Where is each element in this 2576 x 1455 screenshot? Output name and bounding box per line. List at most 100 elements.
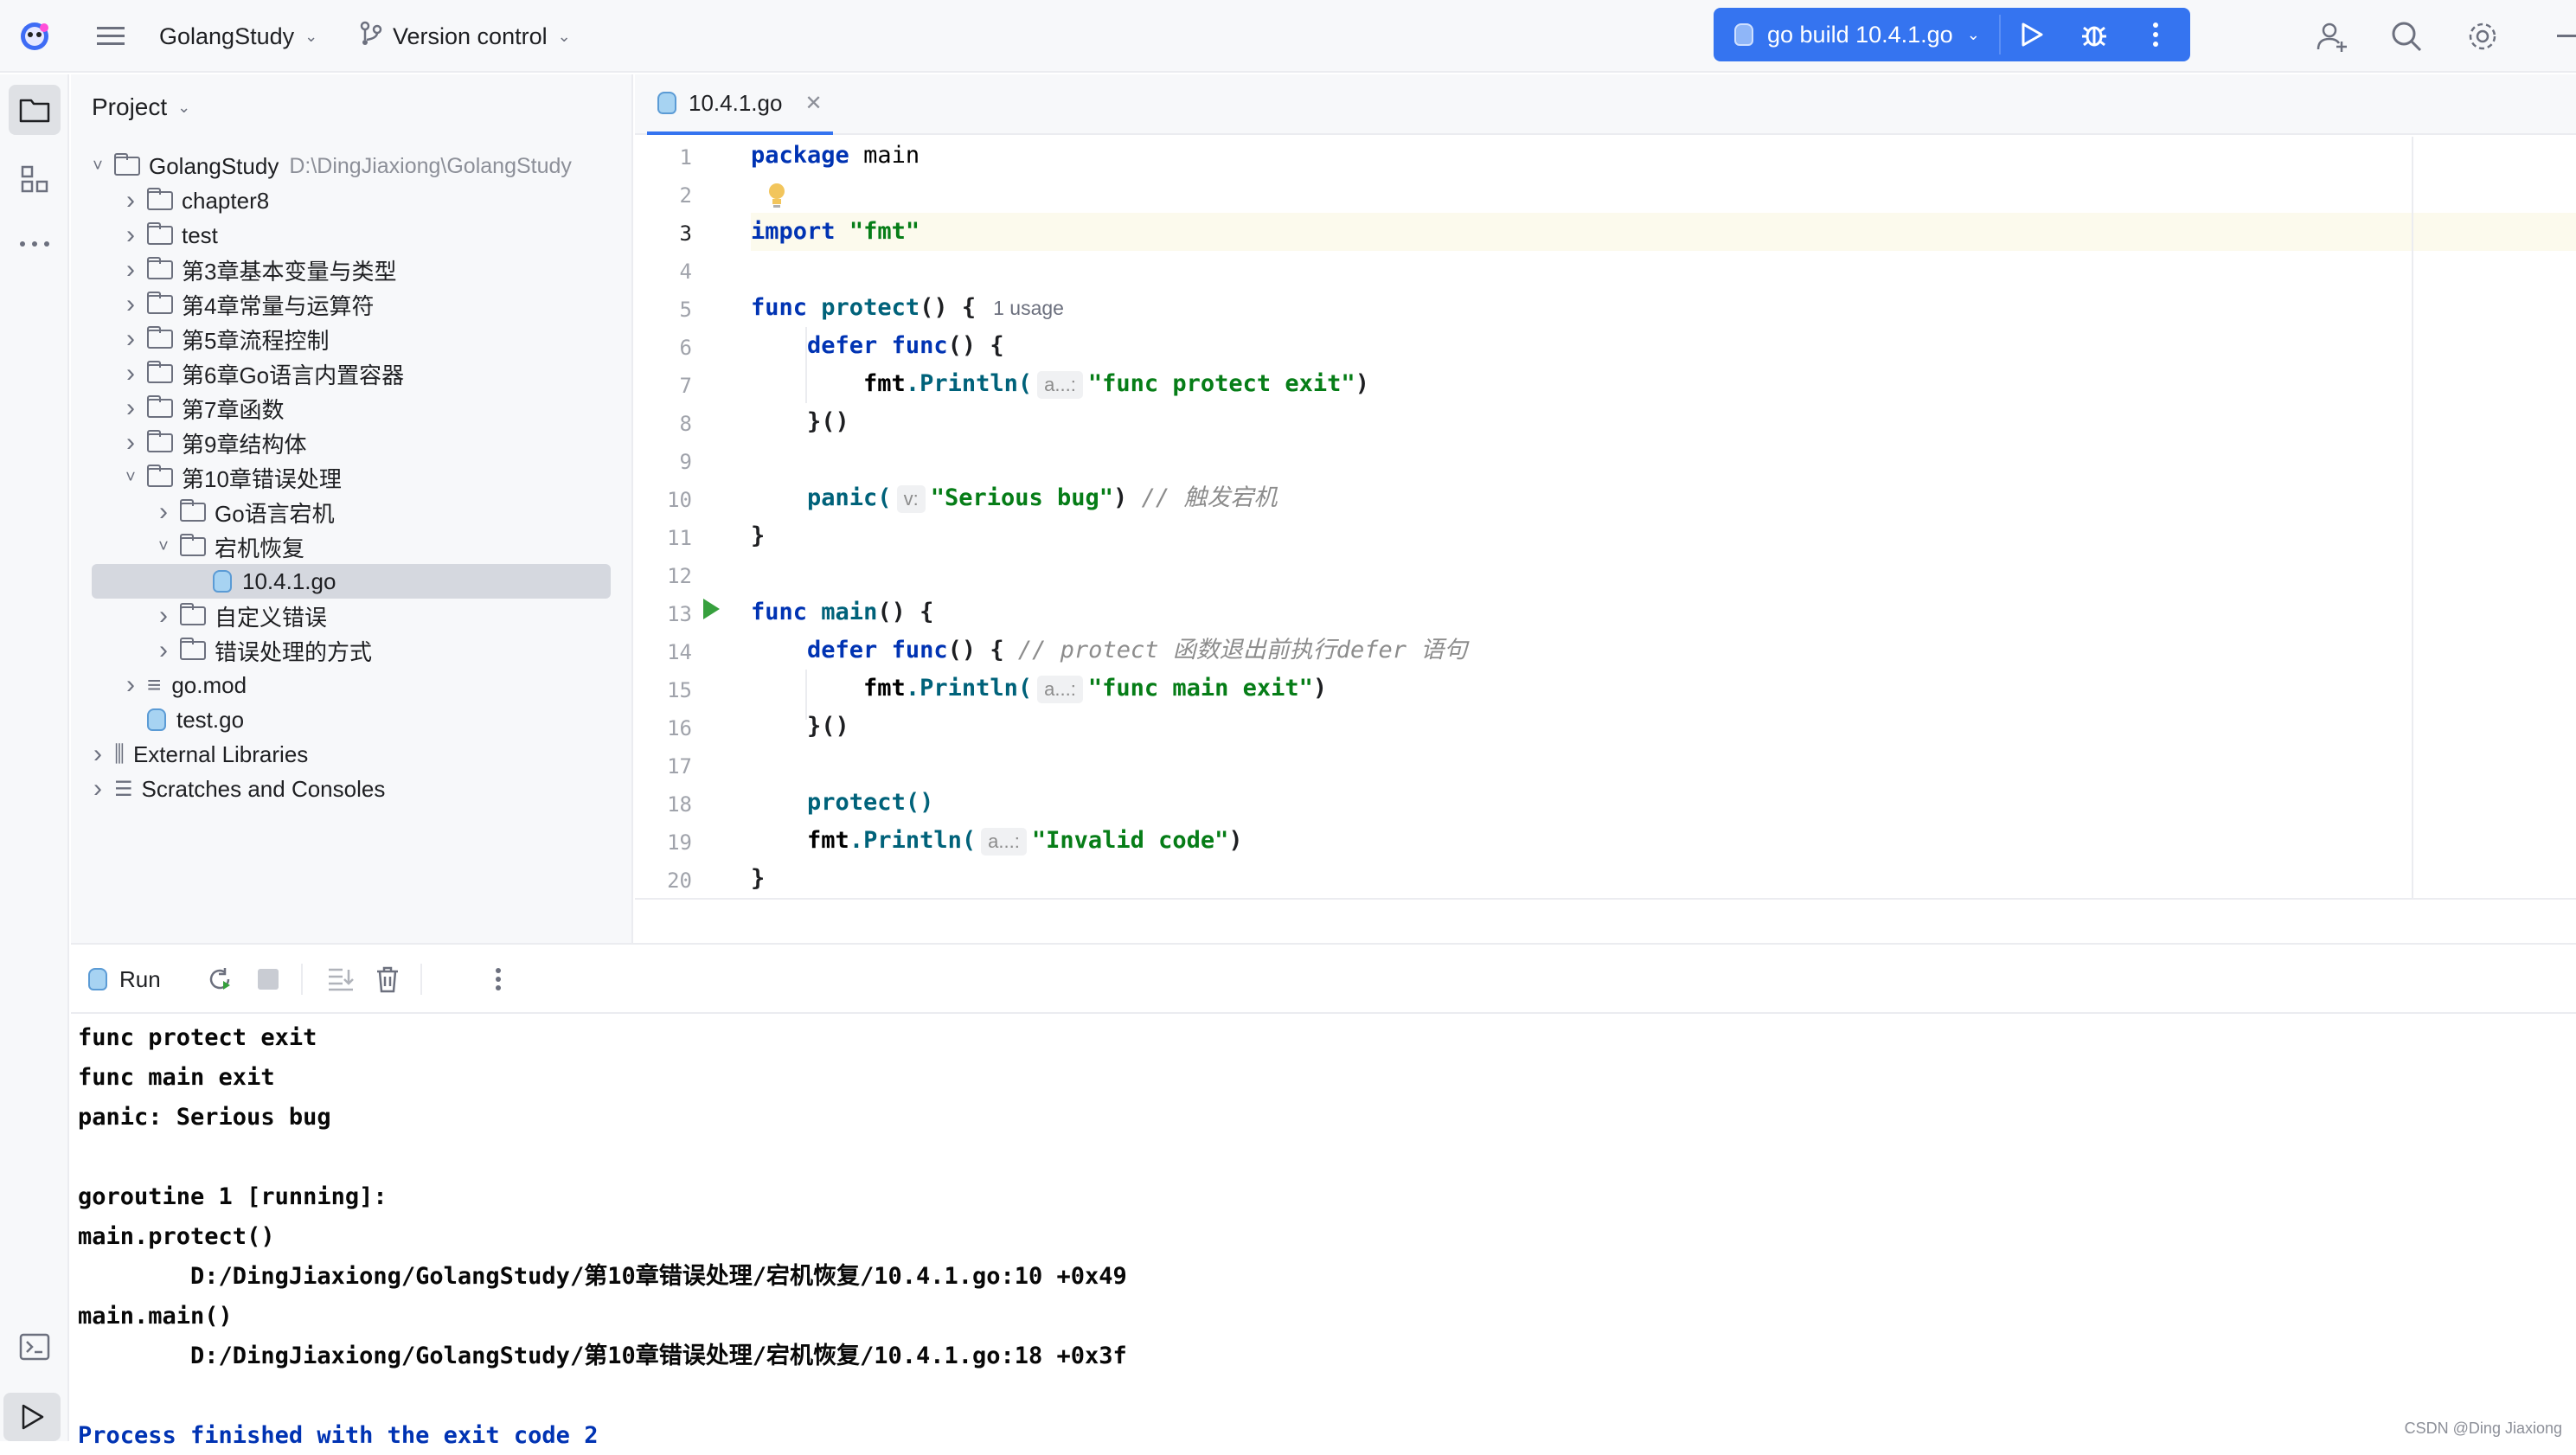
current-line-highlight [751, 213, 2576, 251]
chevron-right-icon[interactable]: › [88, 774, 107, 804]
line-number: 2 [679, 183, 692, 208]
tree-item[interactable]: › ≡ go.mod [121, 668, 247, 702]
line-number: 16 [667, 716, 692, 740]
tree-item[interactable]: › 错误处理的方式 [154, 633, 372, 668]
chevron-right-icon[interactable]: › [121, 359, 140, 388]
code-editor[interactable]: 1 2 3 4 5 6 7 8 9 10 11 12 13 14 15 16 17 18 19 20 package … [635, 137, 2576, 943]
code-line-10: panic(v: "Serious bug") // 触发宕机 [751, 479, 1277, 517]
tree-item[interactable]: ˅ 第10章错误处理 [121, 460, 342, 495]
console-output[interactable]: func protect exit func main exit panic: Se… [71, 1014, 2576, 1449]
function-call: .Println( [849, 827, 977, 854]
tab-10.4.1.go[interactable]: 10.4.1.go ✕ [647, 74, 833, 135]
chevron-right-icon[interactable]: › [121, 394, 140, 423]
keyword: import [751, 218, 836, 245]
run-tab[interactable]: Run [88, 960, 161, 998]
tree-item[interactable]: › 第7章函数 [121, 391, 284, 426]
close-icon[interactable]: ✕ [804, 91, 822, 116]
tree-item[interactable]: › chapter8 [121, 183, 269, 218]
run-config-selector[interactable]: go build 10.4.1.go ⌄ [1714, 8, 1999, 61]
run-configuration-widget: go build 10.4.1.go ⌄ [1714, 8, 2190, 61]
project-path: D:\DingJiaxiong\GolangStudy [289, 153, 572, 178]
minimize-icon[interactable] [2557, 35, 2576, 37]
chevron-right-icon[interactable]: › [121, 186, 140, 215]
line-number: 5 [679, 298, 692, 322]
more-tool-windows-button[interactable] [9, 227, 61, 261]
tree-item[interactable]: › test [121, 218, 218, 253]
line-number: 6 [679, 336, 692, 360]
chevron-right-icon[interactable]: › [121, 290, 140, 319]
code-text: ) [1228, 827, 1243, 854]
tree-item[interactable]: ˅ GolangStudy D:\DingJiaxiong\GolangStudy [88, 149, 572, 183]
keyword: func [751, 294, 808, 321]
line-number: 11 [667, 526, 692, 550]
chevron-right-icon[interactable]: › [88, 740, 107, 769]
vcs-selector[interactable]: Version control ⌄ [360, 0, 571, 73]
project-panel-header[interactable]: Project ⌄ [92, 93, 190, 121]
code-text: () { [877, 599, 934, 625]
usage-hint[interactable]: 1 usage [993, 297, 1064, 319]
line-number: 7 [679, 374, 692, 398]
line-number: 1 [679, 145, 692, 170]
tree-item[interactable]: › Go语言宕机 [154, 495, 335, 529]
chevron-down-icon: ⌄ [1966, 25, 1980, 43]
chevron-right-icon[interactable]: › [121, 324, 140, 354]
line-number: 10 [667, 488, 692, 512]
chevron-right-icon[interactable]: › [121, 428, 140, 458]
tree-item-label: Go语言宕机 [215, 500, 335, 527]
tree-item-label: test.go [176, 706, 245, 733]
chevron-down-icon[interactable]: ˅ [154, 537, 173, 557]
scroll-to-end-icon[interactable] [324, 962, 358, 997]
tool-window-strip [0, 74, 69, 1441]
tree-item[interactable]: › 自定义错误 [154, 599, 327, 633]
tree-item[interactable]: › ☰ Scratches and Consoles [88, 772, 385, 806]
more-vertical-icon[interactable] [481, 962, 516, 997]
run-gutter-icon[interactable] [701, 597, 723, 623]
tree-item[interactable]: test.go [121, 702, 244, 737]
line-number: 9 [679, 450, 692, 474]
chevron-right-icon[interactable]: › [121, 221, 140, 250]
console-line: D:/DingJiaxiong/GolangStudy/第10章错误处理/宕机恢… [78, 1263, 1127, 1290]
line-number: 12 [667, 564, 692, 588]
terminal-tool-button[interactable] [9, 1325, 61, 1368]
project-tool-button[interactable] [9, 85, 61, 135]
tree-item[interactable]: 10.4.1.go [187, 564, 336, 599]
go-file-icon [1734, 23, 1753, 46]
chevron-right-icon[interactable]: › [154, 636, 173, 665]
go-file-icon [88, 968, 107, 990]
code-line-11: } [751, 517, 765, 555]
code-line-16: }() [751, 708, 849, 746]
chevron-right-icon[interactable]: › [121, 670, 140, 700]
tree-item[interactable]: › 第6章Go语言内置容器 [121, 356, 404, 391]
tree-item[interactable]: › 第9章结构体 [121, 426, 306, 460]
keyword: package [751, 142, 849, 169]
chevron-down-icon[interactable]: ˅ [121, 468, 140, 488]
tree-item[interactable]: › 第5章流程控制 [121, 322, 329, 356]
tree-item-label: 第10章错误处理 [182, 465, 342, 492]
structure-tool-button[interactable] [9, 157, 61, 201]
chevron-right-icon[interactable]: › [121, 255, 140, 285]
function-name: main [821, 599, 878, 625]
search-icon[interactable] [2387, 17, 2425, 55]
debug-button[interactable] [2063, 8, 2125, 61]
run-config-label: go build 10.4.1.go [1767, 21, 1953, 48]
chevron-right-icon[interactable]: › [154, 497, 173, 527]
lightbulb-icon[interactable] [766, 182, 789, 211]
trash-icon[interactable] [370, 962, 405, 997]
tree-item[interactable]: ˅ 宕机恢复 [154, 529, 304, 564]
tree-item[interactable]: › 第4章常量与运算符 [121, 287, 374, 322]
run-tool-button[interactable] [3, 1393, 61, 1441]
run-button[interactable] [2001, 8, 2063, 61]
tree-item[interactable]: › ⫼ External Libraries [88, 737, 308, 772]
app-logo-icon[interactable] [17, 19, 52, 54]
settings-gear-icon[interactable] [2464, 17, 2502, 55]
project-selector[interactable]: GolangStudy ⌄ [159, 0, 317, 73]
hamburger-menu-icon[interactable] [93, 19, 128, 54]
stop-icon[interactable] [251, 962, 285, 997]
tree-item[interactable]: › 第3章基本变量与类型 [121, 253, 396, 287]
more-actions-button[interactable] [2125, 8, 2186, 61]
chevron-down-icon[interactable]: ˅ [88, 157, 107, 176]
rerun-icon[interactable] [202, 962, 237, 997]
tree-item-label: 10.4.1.go [242, 567, 336, 594]
add-user-icon[interactable] [2313, 17, 2351, 55]
chevron-right-icon[interactable]: › [154, 601, 173, 631]
